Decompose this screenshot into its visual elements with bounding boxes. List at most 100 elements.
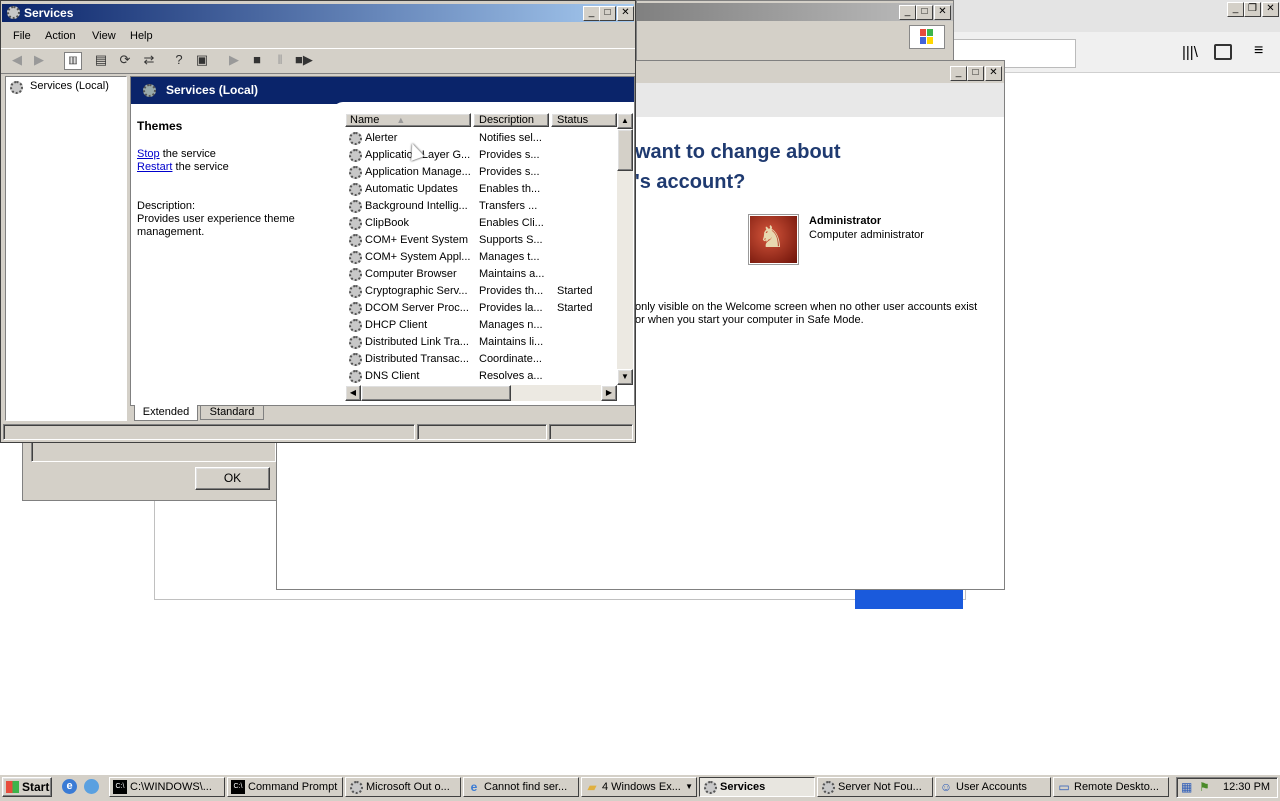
restart-service-link[interactable]: Restart bbox=[137, 161, 172, 173]
service-name: Background Intellig... bbox=[365, 200, 468, 212]
service-name: Cryptographic Serv... bbox=[365, 285, 468, 297]
horizontal-scroll-thumb[interactable] bbox=[361, 385, 511, 401]
service-description: Coordinate... bbox=[479, 353, 542, 365]
column-name[interactable]: Name ▲ bbox=[345, 113, 471, 127]
scroll-left-button[interactable]: ◀ bbox=[345, 385, 361, 401]
start-button[interactable]: Start bbox=[2, 777, 52, 797]
taskbar-button-services[interactable]: Services bbox=[699, 777, 815, 797]
main-pane-title: Services (Local) bbox=[166, 83, 259, 97]
taskbar-button-label: Microsoft Out o... bbox=[366, 781, 450, 793]
horizontal-scrollbar[interactable]: ◀ ▶ bbox=[345, 385, 617, 401]
ua-minimize-button[interactable]: _ bbox=[950, 66, 967, 81]
sidebar-icon[interactable] bbox=[1214, 44, 1232, 60]
service-name: Computer Browser bbox=[365, 268, 457, 280]
services-minimize-button[interactable]: _ bbox=[583, 6, 600, 21]
scroll-up-button[interactable]: ▲ bbox=[617, 113, 633, 129]
vertical-scroll-thumb[interactable] bbox=[617, 129, 633, 171]
service-name: Distributed Link Tra... bbox=[365, 336, 469, 348]
chevron-down-icon: ▼ bbox=[685, 782, 693, 791]
export-list-icon[interactable]: ⇄ bbox=[141, 52, 157, 68]
forward-icon[interactable]: ▶ bbox=[31, 52, 47, 68]
menu-help[interactable]: Help bbox=[130, 30, 153, 42]
taskbar-button-command-prompt[interactable]: C:\ Command Prompt bbox=[227, 777, 343, 797]
taskbar-button-remote-desktop[interactable]: ▭ Remote Deskto... bbox=[1053, 777, 1169, 797]
column-name-label: Name bbox=[350, 114, 380, 126]
help-icon[interactable]: ? bbox=[171, 52, 187, 68]
service-gear-icon bbox=[349, 148, 362, 162]
pause-service-icon[interactable]: ‖ bbox=[272, 52, 288, 68]
clock[interactable]: 12:30 PM bbox=[1223, 781, 1270, 793]
properties-icon[interactable]: ▤ bbox=[93, 52, 109, 68]
service-gear-icon bbox=[349, 352, 362, 366]
ok-button[interactable]: OK bbox=[195, 467, 270, 490]
stop-service-link[interactable]: Stop bbox=[137, 148, 160, 160]
service-description: Provides la... bbox=[479, 302, 543, 314]
menu-icon[interactable]: ≡ bbox=[1254, 42, 1263, 60]
ua-maximize-button[interactable]: □ bbox=[967, 66, 984, 81]
service-name: DNS Client bbox=[365, 370, 420, 382]
taskbar-button-windows-explorer[interactable]: ▰ 4 Windows Ex... ▼ bbox=[581, 777, 697, 797]
refresh-icon[interactable]: ⟳ bbox=[117, 52, 133, 68]
menu-action[interactable]: Action bbox=[45, 30, 76, 42]
taskbar-button-server-not-found[interactable]: Server Not Fou... bbox=[817, 777, 933, 797]
browser-restore-button[interactable]: ❐ bbox=[1244, 2, 1261, 17]
taskbar-button-microsoft-out[interactable]: Microsoft Out o... bbox=[345, 777, 461, 797]
service-status: Started bbox=[557, 285, 593, 297]
dialog-groupbox bbox=[31, 441, 276, 462]
taskbar-button-label: Command Prompt bbox=[248, 781, 338, 793]
security-icon[interactable]: ⚑ bbox=[1199, 780, 1210, 794]
back-icon[interactable]: ◀ bbox=[9, 52, 25, 68]
bg-maximize-button[interactable]: □ bbox=[916, 5, 933, 20]
quicklaunch-ie-icon[interactable]: e bbox=[62, 779, 77, 794]
scroll-right-button[interactable]: ▶ bbox=[601, 385, 617, 401]
services-maximize-button[interactable]: □ bbox=[599, 6, 616, 21]
main-pane-header: Services (Local) bbox=[131, 77, 634, 104]
taskbar-button-cannot-find[interactable]: e Cannot find ser... bbox=[463, 777, 579, 797]
description-text: Provides user experience theme managemen… bbox=[137, 213, 295, 238]
service-name: COM+ System Appl... bbox=[365, 251, 471, 263]
header-curve bbox=[333, 102, 634, 112]
scroll-down-button[interactable]: ▼ bbox=[617, 369, 633, 385]
tab-standard[interactable]: Standard bbox=[200, 405, 264, 420]
gear-icon bbox=[349, 780, 363, 795]
column-status[interactable]: Status bbox=[551, 113, 617, 127]
services-title: Services bbox=[24, 6, 74, 20]
taskbar-button-label: Server Not Fou... bbox=[838, 781, 922, 793]
list-header: Name ▲ Description Status bbox=[345, 113, 617, 129]
network-icon[interactable]: ▦ bbox=[1181, 780, 1192, 794]
show-hide-tree-icon[interactable]: ▥ bbox=[64, 52, 82, 70]
service-description: Enables th... bbox=[479, 183, 541, 195]
bg-close-button[interactable]: ✕ bbox=[934, 5, 951, 20]
taskbar-button-cmd-windows[interactable]: C:\ C:\WINDOWS\... bbox=[109, 777, 225, 797]
taskbar-button-label: C:\WINDOWS\... bbox=[130, 781, 212, 793]
stop-service-icon[interactable]: ■ bbox=[249, 52, 265, 68]
service-description: Provides s... bbox=[479, 166, 540, 178]
menu-view[interactable]: View bbox=[92, 30, 116, 42]
action-pane-icon[interactable]: ▣ bbox=[194, 52, 210, 68]
stop-line: Stop the service bbox=[137, 148, 216, 160]
bg-minimize-button[interactable]: _ bbox=[899, 5, 916, 20]
tree-item-services-local[interactable]: Services (Local) bbox=[30, 80, 109, 92]
account-picture[interactable]: ♞ bbox=[749, 215, 798, 264]
start-service-icon[interactable]: ▶ bbox=[226, 52, 242, 68]
windows-flag-icon bbox=[6, 781, 19, 793]
sort-ascending-icon: ▲ bbox=[396, 115, 406, 125]
cmd-icon: C:\ bbox=[113, 780, 127, 794]
browser-close-button[interactable]: ✕ bbox=[1262, 2, 1279, 17]
library-icon[interactable]: |||\ bbox=[1182, 44, 1198, 61]
restart-service-icon[interactable]: ■▶ bbox=[295, 52, 313, 68]
taskbar-button-user-accounts[interactable]: ☺ User Accounts bbox=[935, 777, 1051, 797]
browser-minimize-button[interactable]: _ bbox=[1227, 2, 1244, 17]
system-tray: ▦ ⚑ 12:30 PM bbox=[1176, 777, 1278, 798]
tab-extended[interactable]: Extended bbox=[134, 405, 198, 421]
menu-file[interactable]: File bbox=[13, 30, 31, 42]
list-rows: Alerter Notifies sel... Application Layer… bbox=[345, 130, 617, 385]
blue-button-partial[interactable] bbox=[855, 588, 963, 609]
quicklaunch-show-desktop-icon[interactable] bbox=[84, 779, 99, 794]
restart-line: Restart the service bbox=[137, 161, 229, 173]
column-description[interactable]: Description bbox=[473, 113, 549, 127]
vertical-scrollbar[interactable]: ▲ ▼ bbox=[617, 113, 633, 385]
services-close-button[interactable]: ✕ bbox=[617, 6, 634, 21]
service-description: Manages n... bbox=[479, 319, 543, 331]
ua-close-button[interactable]: ✕ bbox=[985, 66, 1002, 81]
